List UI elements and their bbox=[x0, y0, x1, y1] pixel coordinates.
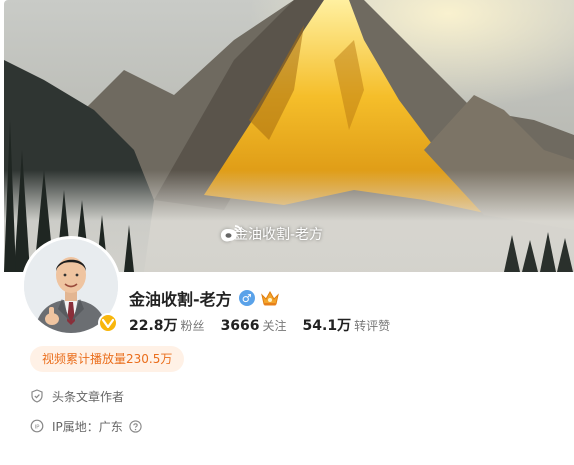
following-label[interactable]: 关注 bbox=[263, 317, 287, 334]
name-row: 金油收割-老方 ♂ bbox=[129, 286, 280, 310]
verified-v-icon bbox=[98, 313, 118, 333]
male-icon: ♂ bbox=[238, 290, 255, 306]
profile-cover-image: @金油收割-老方 bbox=[4, 0, 574, 272]
ip-location-text: IP属地：广东 bbox=[52, 419, 123, 434]
following-count[interactable]: 3666 bbox=[221, 318, 260, 334]
author-role-row: 头条文章作者 bbox=[30, 387, 124, 405]
weibo-logo-icon bbox=[221, 225, 242, 241]
author-role-text: 头条文章作者 bbox=[52, 389, 125, 404]
profile-stats: 22.8万 粉丝 3666 关注 54.1万 转评赞 bbox=[129, 315, 391, 335]
profile-name: 金油收割-老方 bbox=[129, 290, 232, 309]
shield-check-icon bbox=[31, 389, 43, 403]
ip-pin-icon: IP bbox=[30, 419, 44, 433]
svg-text:IP: IP bbox=[35, 424, 41, 430]
ip-location-row: IP IP属地：广东 bbox=[30, 417, 142, 435]
followers-label[interactable]: 粉丝 bbox=[181, 317, 205, 334]
video-play-count-tag: 视频累计播放量230.5万 bbox=[30, 346, 185, 372]
likes-label: 转评赞 bbox=[354, 319, 391, 333]
followers-count[interactable]: 22.8万 bbox=[129, 315, 178, 335]
crown-badge-icon[interactable] bbox=[260, 289, 280, 307]
question-circle-icon[interactable] bbox=[129, 419, 142, 433]
profile-card: @金油收割-老方 金油收割-老方 ♂ 22.8万 粉丝 3666 关注 54.1… bbox=[4, 0, 574, 465]
cover-watermark: @金油收割-老方 bbox=[220, 224, 323, 244]
likes-count: 54.1万 bbox=[302, 318, 352, 334]
